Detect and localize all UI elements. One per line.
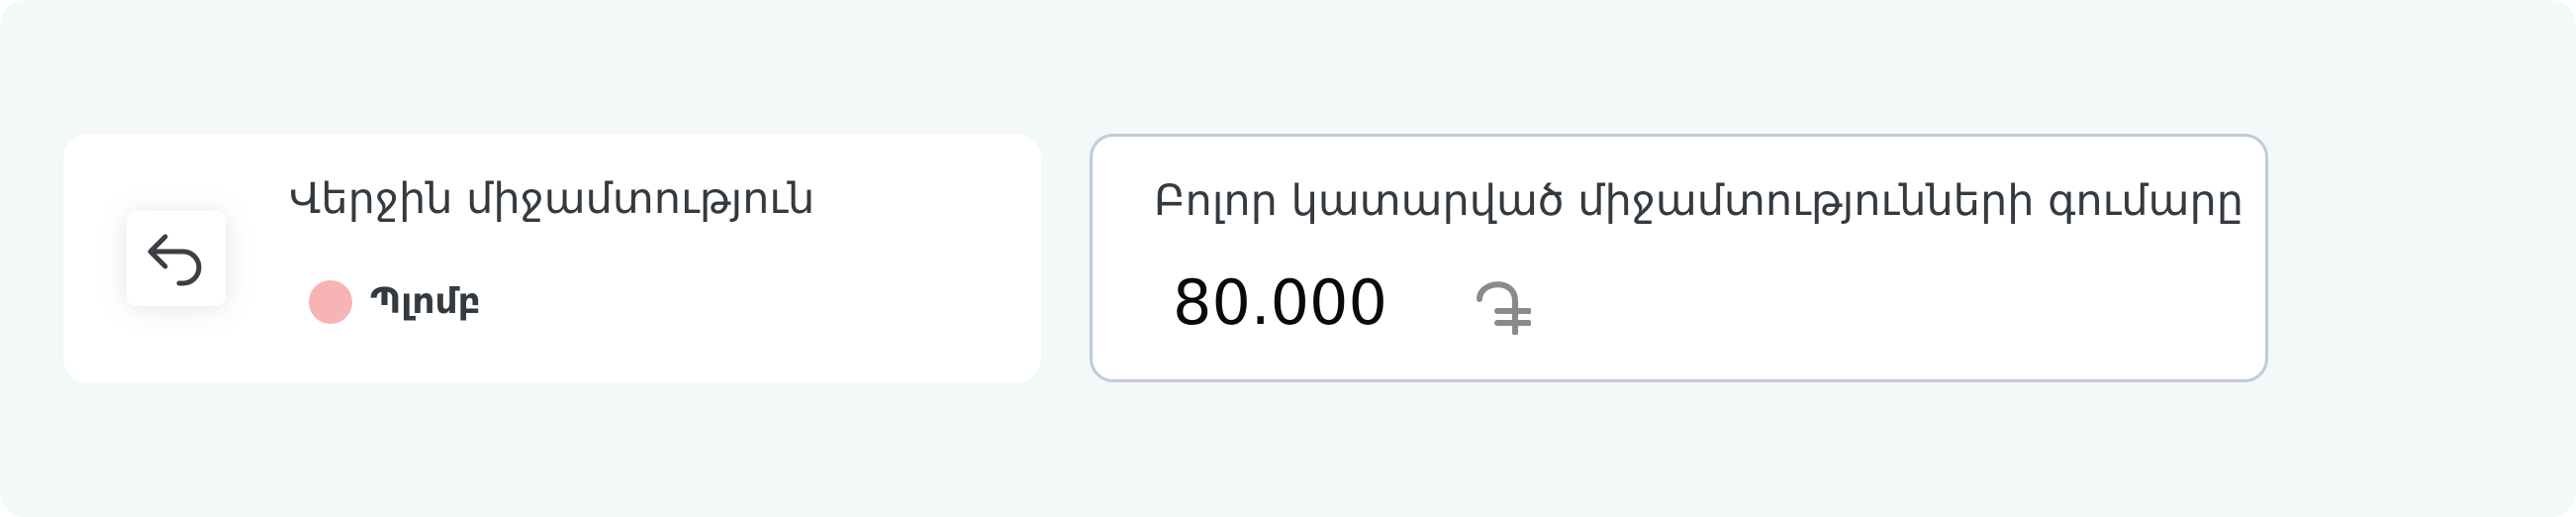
total-interventions-card: Բոլոր կատարված միջամտությունների գումարը… [1090,134,2268,382]
last-intervention-card[interactable]: Վերջին միջամտություն Պլոմբ [63,134,1041,382]
undo-button[interactable] [127,211,226,306]
total-amount: 80.000 [1173,266,1387,339]
armenian-dram-icon [1472,273,1531,335]
status-label: Պլոմբ [370,281,481,322]
last-intervention-title: Վերջին միջամտություն [289,174,815,224]
undo-arrow-icon [147,234,202,286]
total-interventions-title: Բոլոր կատարված միջամտությունների գումարը [1154,176,2243,226]
status-color-dot [309,280,352,324]
dashboard-panel: Վերջին միջամտություն Պլոմբ Բոլոր կատարվա… [0,0,2576,517]
